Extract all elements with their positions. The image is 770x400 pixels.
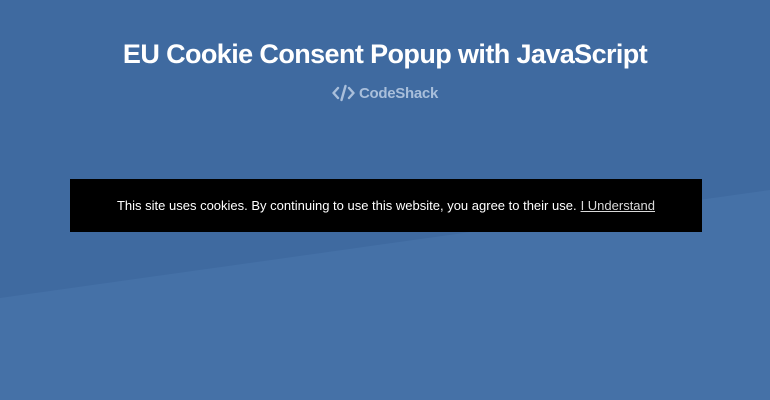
page-title: EU Cookie Consent Popup with JavaScript [122, 39, 648, 69]
brand-name: CodeShack [359, 84, 438, 102]
code-brackets-icon [332, 84, 355, 102]
codeshack-brand-link[interactable]: CodeShack [0, 82, 770, 104]
cookie-message: This site uses cookies. By continuing to… [116, 198, 577, 213]
cookie-consent-popup: This site uses cookies. By continuing to… [70, 179, 702, 232]
accept-cookies-link[interactable]: I Understand [581, 198, 655, 213]
